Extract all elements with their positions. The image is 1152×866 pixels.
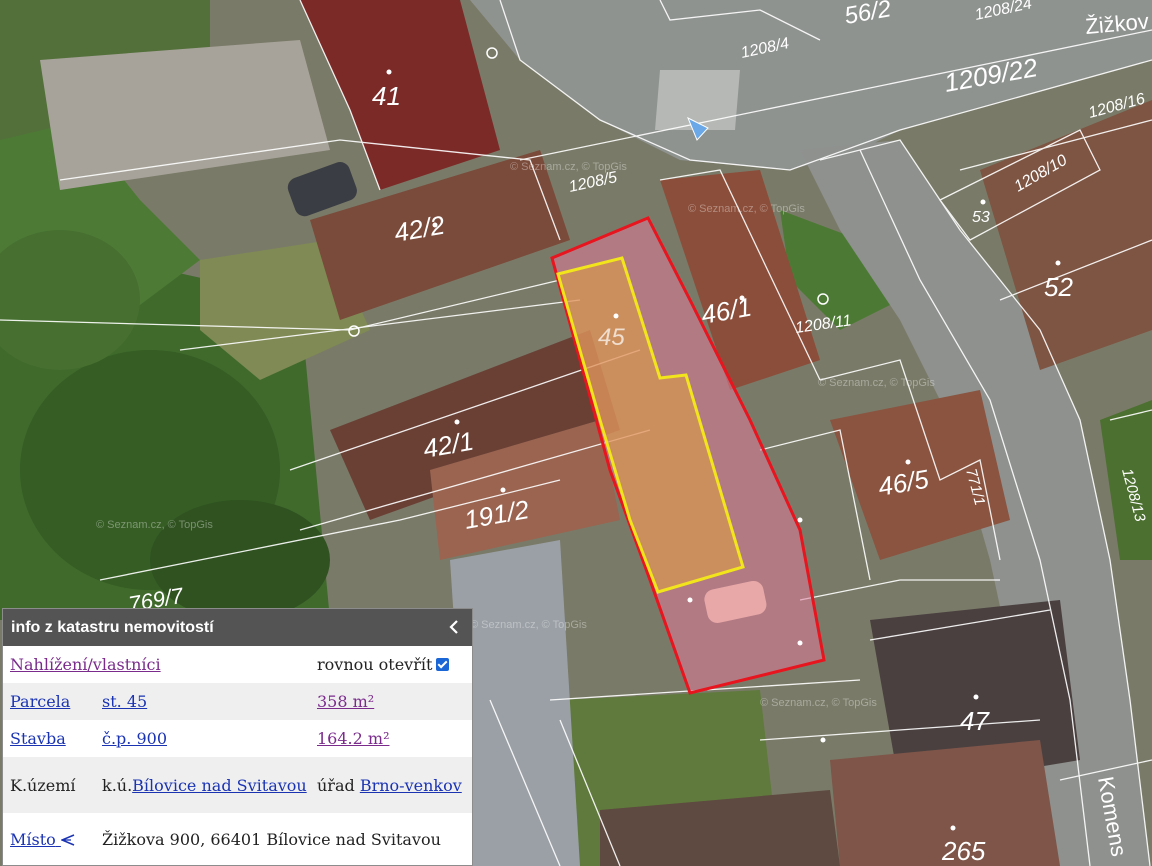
watermark: © Seznam.cz, © TopGis <box>818 377 935 389</box>
place-label: Místo <box>10 829 56 849</box>
panel-title: info z katastru nemovitostí <box>11 618 214 636</box>
watermark: © Seznam.cz, © TopGis <box>688 203 805 215</box>
parcel-row: Parcela st. 45 358 m² <box>3 683 472 720</box>
building-link[interactable]: Stavba <box>10 729 66 748</box>
share-icon <box>59 833 75 846</box>
parcel-label: 47 <box>960 706 990 736</box>
office-label: úřad <box>317 775 355 795</box>
open-directly-label: rovnou otevřít <box>317 655 433 674</box>
building-area-link[interactable]: 164.2 m² <box>317 729 389 748</box>
cadastre-info-panel: info z katastru nemovitostí Nahlížení/vl… <box>2 608 473 866</box>
parcel-area-link[interactable]: 358 m² <box>317 692 374 711</box>
parcel-number-link[interactable]: st. 45 <box>102 692 147 711</box>
place-row: Místo Žižkova 900, 66401 Bílovice nad Sv… <box>3 813 472 865</box>
watermark: © Seznam.cz, © TopGis <box>96 519 213 531</box>
owners-link[interactable]: Nahlížení/vlastníci <box>10 655 161 674</box>
panel-header: info z katastru nemovitostí <box>3 609 472 646</box>
cadastre-link[interactable]: Bílovice nad Svitavou <box>132 776 307 795</box>
watermark: © Seznam.cz, © TopGis <box>510 161 627 173</box>
chevron-left-icon[interactable] <box>446 618 464 636</box>
parcel-label: 53 <box>972 209 990 226</box>
building-row: Stavba č.p. 900 164.2 m² <box>3 720 472 757</box>
cadastre-label: K.území <box>10 775 76 795</box>
parcel-label: 265 <box>941 836 986 866</box>
office-link[interactable]: Brno-venkov <box>360 776 462 795</box>
parcel-label: 45 <box>598 324 625 351</box>
parcel-label: 52 <box>1044 272 1073 302</box>
cadastre-prefix: k.ú. <box>102 775 133 795</box>
parcel-link[interactable]: Parcela <box>10 692 70 711</box>
building-number-link[interactable]: č.p. 900 <box>102 729 167 748</box>
place-link[interactable]: Místo <box>10 830 75 849</box>
address-text: Žižkova 900, 66401 Bílovice nad Svitavou <box>102 829 441 849</box>
open-directly-checkbox[interactable] <box>436 658 450 671</box>
cadastre-row: K.území k.ú.Bílovice nad Svitavou úřad B… <box>3 757 472 813</box>
watermark: © Seznam.cz, © TopGis <box>760 697 877 709</box>
parcel-label: 41 <box>372 81 401 111</box>
watermark: © Seznam.cz, © TopGis <box>470 619 587 631</box>
info-table: Nahlížení/vlastníci rovnou otevřít Parce… <box>3 646 472 865</box>
owners-row: Nahlížení/vlastníci rovnou otevřít <box>3 646 472 683</box>
